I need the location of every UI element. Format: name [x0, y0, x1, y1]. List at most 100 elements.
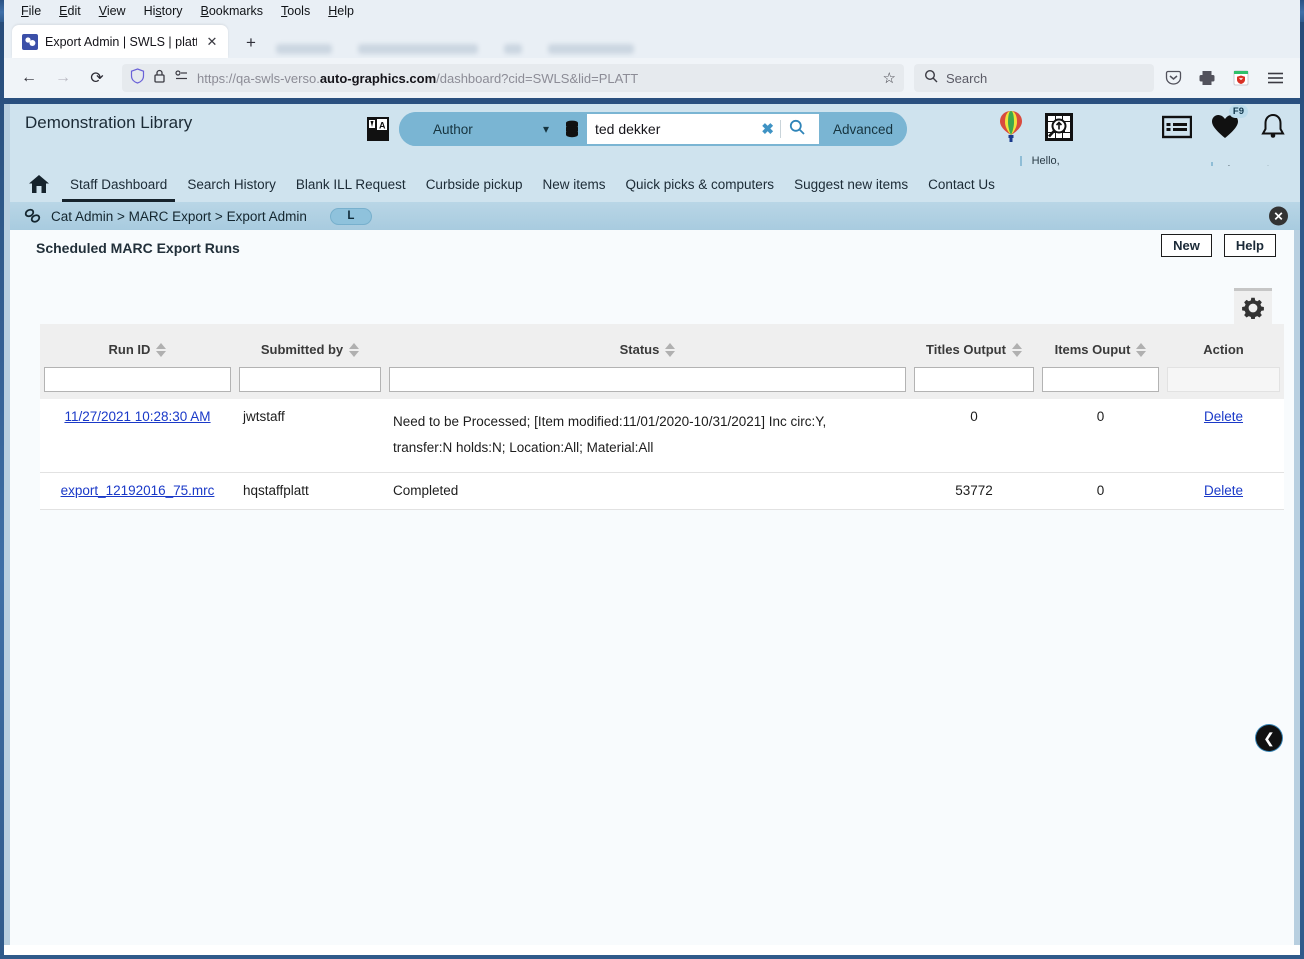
database-icon[interactable]: [561, 120, 583, 138]
nav-item-blank-ill-request[interactable]: Blank ILL Request: [286, 166, 416, 202]
app-nav-menu: Staff Dashboard Search History Blank ILL…: [10, 166, 1300, 202]
help-button[interactable]: Help: [1223, 234, 1276, 257]
column-header-status[interactable]: Status: [385, 324, 910, 365]
search-cluster: A Author ▾ ted dekker ✖ Advanced: [365, 112, 908, 146]
column-header-items-output[interactable]: Items Ouput: [1038, 324, 1163, 365]
url-bar[interactable]: https://qa-swls-verso.auto-graphics.com/…: [122, 64, 904, 92]
browser-navbar: ← → ⟳ https://qa-swls-verso.auto-graphic…: [4, 58, 1300, 98]
back-icon[interactable]: ←: [14, 64, 44, 92]
nav-item-search-history[interactable]: Search History: [177, 166, 286, 202]
shield-extension-icon[interactable]: [1226, 64, 1256, 92]
status-line-2: transfer:N holds:N; Location:All; Materi…: [393, 440, 654, 456]
breadcrumb[interactable]: Cat Admin > MARC Export > Export Admin: [51, 209, 307, 224]
forward-icon[interactable]: →: [48, 64, 78, 92]
library-name: Demonstration Library: [25, 113, 193, 132]
column-header-action: Action: [1163, 324, 1284, 365]
close-icon[interactable]: ✕: [1269, 206, 1288, 226]
advanced-search-button[interactable]: Advanced: [819, 112, 908, 146]
new-tab-button[interactable]: +: [234, 28, 268, 58]
collapse-back-button[interactable]: ❮: [1256, 725, 1282, 751]
language-icon[interactable]: A: [365, 115, 391, 143]
search-submit-icon[interactable]: [781, 119, 813, 140]
table-row: export_12192016_75.mrc hqstaffplatt Comp…: [40, 472, 1284, 510]
browser-chrome: File Edit View History Bookmarks Tools H…: [4, 0, 1300, 98]
list-icon[interactable]: [1160, 109, 1194, 145]
browser-tabstrip: Export Admin | SWLS | platt | Au ✕ +: [4, 22, 1300, 58]
filter-input-items-output[interactable]: [1042, 367, 1159, 392]
chevron-down-icon: ▾: [542, 122, 549, 136]
page-bottom-strip: [4, 945, 1300, 955]
main-content: Scheduled MARC Export Runs New Help Run …: [10, 230, 1300, 955]
shield-icon[interactable]: [130, 67, 145, 89]
page-viewport: Demonstration Library A Author ▾ ted dek…: [4, 104, 1300, 955]
print-icon[interactable]: [1192, 64, 1222, 92]
page-action-buttons: New Help: [1161, 234, 1276, 257]
search-scope-value: Author: [433, 121, 473, 137]
gear-icon[interactable]: [1234, 288, 1272, 324]
discover-search-icon[interactable]: [1042, 109, 1076, 145]
filter-input-run-id[interactable]: [44, 367, 231, 392]
tab-title: Export Admin | SWLS | platt | Au: [45, 34, 197, 49]
column-header-run-id[interactable]: Run ID: [40, 324, 235, 365]
svg-text:A: A: [379, 121, 386, 131]
new-button[interactable]: New: [1161, 234, 1212, 257]
browser-search-bar[interactable]: Search: [914, 64, 1154, 92]
hamburger-menu-icon[interactable]: [1260, 64, 1290, 92]
nav-item-curbside-pickup[interactable]: Curbside pickup: [416, 166, 533, 202]
filter-input-status[interactable]: [389, 367, 906, 392]
filter-input-titles-output[interactable]: [914, 367, 1034, 392]
status-line-1: Need to be Processed; [Item modified:11/…: [393, 414, 827, 429]
cell-action: Delete: [1163, 472, 1284, 510]
home-icon[interactable]: [26, 174, 52, 194]
lock-icon[interactable]: [153, 68, 166, 89]
breadcrumb-bar: Cat Admin > MARC Export > Export Admin L…: [10, 202, 1300, 230]
menu-tools[interactable]: Tools: [272, 2, 319, 20]
table-filter-row: [40, 365, 1284, 399]
clear-search-icon[interactable]: ✖: [755, 120, 780, 138]
sort-icon[interactable]: [665, 342, 676, 357]
sort-icon[interactable]: [1011, 342, 1022, 357]
scheduled-runs-table: Run ID Submitted by Status Titles Output…: [40, 324, 1284, 510]
column-header-submitted-by[interactable]: Submitted by: [235, 324, 385, 365]
sort-icon[interactable]: [1136, 342, 1147, 357]
tab-close-icon[interactable]: ✕: [204, 34, 220, 50]
nav-item-new-items[interactable]: New items: [533, 166, 616, 202]
nav-item-quick-picks-computers[interactable]: Quick picks & computers: [616, 166, 785, 202]
bookmark-star-icon[interactable]: ☆: [883, 69, 896, 87]
search-scope-select[interactable]: Author ▾: [399, 112, 561, 146]
run-id-link[interactable]: 11/27/2021 10:28:30 AM: [64, 409, 210, 424]
filter-input-submitted-by[interactable]: [239, 367, 381, 392]
balloon-icon[interactable]: [994, 109, 1028, 145]
breadcrumb-location-pill[interactable]: L: [329, 207, 372, 225]
cell-status: Completed: [385, 472, 910, 510]
sort-icon[interactable]: [349, 342, 360, 357]
reload-icon[interactable]: ⟳: [82, 64, 112, 92]
pocket-icon[interactable]: [1158, 64, 1188, 92]
search-input[interactable]: ted dekker ✖: [587, 114, 819, 144]
run-id-link[interactable]: export_12192016_75.mrc: [61, 483, 215, 498]
menu-view[interactable]: View: [90, 2, 135, 20]
browser-tab-active[interactable]: Export Admin | SWLS | platt | Au ✕: [12, 25, 228, 58]
menu-edit[interactable]: Edit: [50, 2, 90, 20]
menu-bookmarks[interactable]: Bookmarks: [192, 2, 273, 20]
permissions-icon[interactable]: [174, 69, 189, 88]
notifications-bell-icon[interactable]: [1256, 109, 1290, 145]
nav-item-staff-dashboard[interactable]: Staff Dashboard: [60, 166, 177, 202]
menu-file[interactable]: File: [12, 2, 50, 20]
menu-history[interactable]: History: [135, 2, 192, 20]
delete-link[interactable]: Delete: [1204, 483, 1243, 498]
sort-icon[interactable]: [156, 342, 167, 357]
browser-menubar: File Edit View History Bookmarks Tools H…: [4, 0, 1300, 22]
os-window: — □ ✕ File Edit View History Bookmarks T…: [0, 0, 1304, 959]
column-header-titles-output[interactable]: Titles Output: [910, 324, 1038, 365]
app-header: Demonstration Library A Author ▾ ted dek…: [10, 104, 1300, 184]
url-text[interactable]: https://qa-swls-verso.auto-graphics.com/…: [197, 71, 875, 86]
nav-item-contact-us[interactable]: Contact Us: [918, 166, 1005, 202]
tab-favicon-icon: [22, 33, 38, 50]
favorites-heart-icon[interactable]: F9: [1208, 105, 1248, 145]
cell-items-output: 0: [1038, 399, 1163, 473]
menu-help[interactable]: Help: [319, 2, 363, 20]
nav-item-suggest-new-items[interactable]: Suggest new items: [784, 166, 918, 202]
delete-link[interactable]: Delete: [1204, 409, 1243, 424]
search-pill: Author ▾ ted dekker ✖ Advanced: [399, 112, 908, 146]
